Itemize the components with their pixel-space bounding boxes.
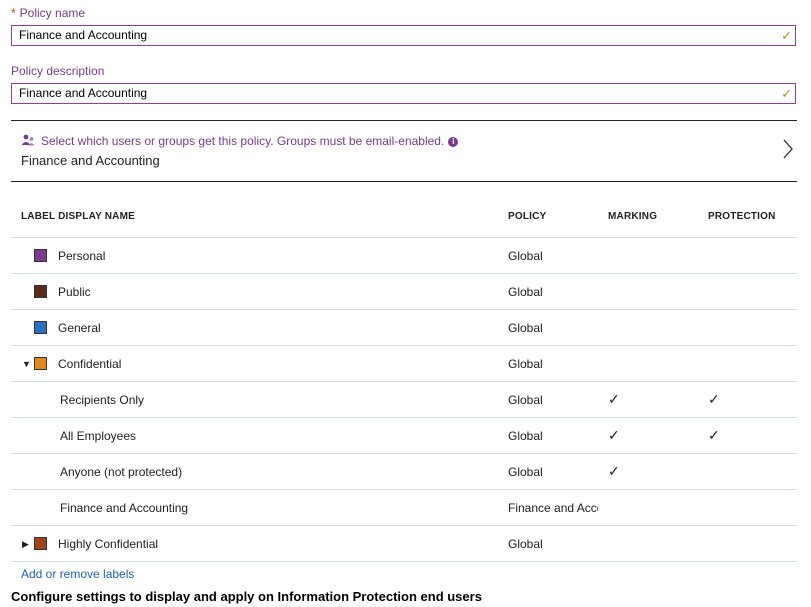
policy-cell: Global (508, 249, 543, 263)
policy-cell: Global (508, 357, 543, 371)
policy-cell: Global (508, 285, 543, 299)
table-row[interactable]: Recipients Only Global ✓ ✓ (11, 381, 797, 418)
label-name: Personal (58, 249, 106, 263)
header-label-display-name: LABEL DISPLAY NAME (21, 211, 135, 222)
required-marker: * (11, 6, 16, 20)
policy-cell: Global (508, 393, 543, 407)
label-color-swatch (34, 285, 47, 298)
label-color-swatch (34, 357, 47, 370)
marking-check-icon: ✓ (608, 427, 620, 443)
label-color-swatch (34, 537, 47, 550)
label-name: Recipients Only (60, 393, 145, 407)
info-icon[interactable]: i (448, 137, 459, 147)
policy-description-label: Policy description (11, 64, 105, 78)
users-icon (21, 134, 35, 146)
policy-description-input[interactable]: Finance and Accounting ✓ (11, 83, 796, 104)
groups-hint-text: Select which users or groups get this po… (41, 134, 445, 148)
policy-name-label: * Policy name (11, 6, 86, 20)
expand-right-icon[interactable]: ▶ (22, 526, 29, 562)
label-name: Public (58, 285, 91, 299)
policy-cell: Global (508, 429, 543, 443)
add-remove-labels-link[interactable]: Add or remove labels (21, 567, 134, 581)
header-policy: POLICY (508, 211, 547, 222)
section-title: Configure settings to display and apply … (11, 589, 482, 604)
table-row[interactable]: All Employees Global ✓ ✓ (11, 417, 797, 454)
table-row[interactable]: Public Global (11, 273, 797, 310)
table-row[interactable]: General Global (11, 309, 797, 346)
header-protection: PROTECTION (708, 211, 776, 222)
valid-check-icon: ✓ (781, 86, 792, 101)
table-row[interactable]: Personal Global (11, 237, 797, 274)
label-name: Highly Confidential (58, 537, 159, 551)
selected-group: Finance and Accounting (21, 153, 160, 168)
policy-cell: Global (508, 537, 543, 551)
policy-cell: Finance and Accounting (508, 501, 598, 515)
label-name: General (58, 321, 101, 335)
label-name: Confidential (58, 357, 122, 371)
label-color-swatch (34, 321, 47, 334)
expand-down-icon[interactable]: ▼ (22, 346, 31, 382)
table-row[interactable]: Finance and Accounting Finance and Accoun… (11, 489, 797, 526)
policy-cell: Global (508, 321, 543, 335)
table-row[interactable]: ▼ Confidential Global (11, 345, 797, 382)
valid-check-icon: ✓ (781, 28, 792, 43)
users-groups-selector[interactable]: Select which users or groups get this po… (11, 120, 797, 182)
label-name: Anyone (not protected) (60, 465, 183, 479)
label-color-swatch (34, 249, 47, 262)
chevron-right-icon[interactable] (781, 137, 795, 161)
table-bottom-border (11, 561, 797, 562)
table-row[interactable]: ▶ Highly Confidential Global (11, 525, 797, 562)
policy-name-input[interactable]: Finance and Accounting ✓ (11, 25, 796, 46)
marking-check-icon: ✓ (608, 391, 620, 407)
protection-check-icon: ✓ (708, 427, 720, 443)
protection-check-icon: ✓ (708, 391, 720, 407)
label-name: All Employees (60, 429, 137, 443)
policy-cell: Global (508, 465, 543, 479)
table-row[interactable]: Anyone (not protected) Global ✓ (11, 453, 797, 490)
marking-check-icon: ✓ (608, 463, 620, 479)
label-name: Finance and Accounting (60, 501, 189, 515)
header-marking: MARKING (608, 211, 658, 222)
